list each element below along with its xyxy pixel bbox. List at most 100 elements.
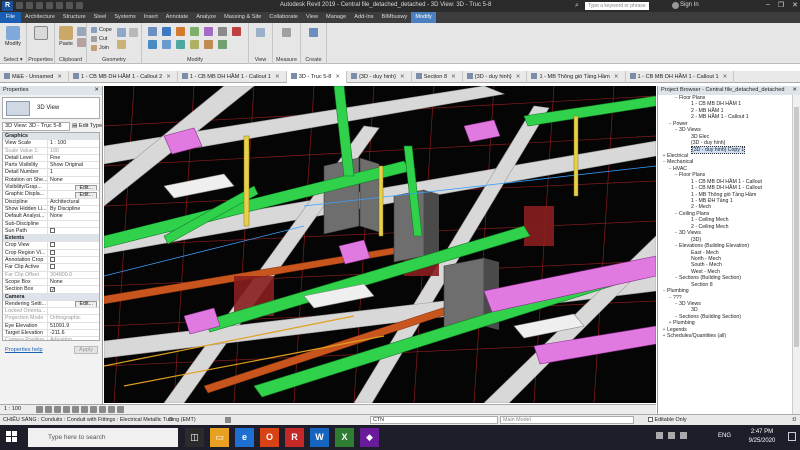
rotate-icon[interactable]	[176, 27, 185, 36]
view-tab[interactable]: {3D - duy hinh} ✕	[347, 71, 412, 83]
property-checkbox[interactable]	[50, 264, 55, 270]
property-checkbox[interactable]	[50, 227, 55, 233]
offset-icon[interactable]	[148, 40, 157, 49]
3d-model-viewport[interactable]	[104, 86, 656, 403]
property-row[interactable]: Graphic Displa... Edit...	[3, 191, 99, 199]
close-icon[interactable]: ✕	[94, 86, 99, 95]
close-icon[interactable]: ✕	[275, 74, 280, 80]
edit-property-button[interactable]: Edit...	[75, 184, 97, 191]
property-row[interactable]: Crop View	[3, 242, 99, 250]
property-value[interactable]: None	[48, 177, 99, 183]
app-icon[interactable]: ◆	[360, 428, 379, 447]
property-value[interactable]: Show Original	[48, 162, 99, 168]
sun-path-icon[interactable]	[54, 406, 61, 413]
print-icon[interactable]	[56, 2, 63, 9]
property-row[interactable]: Discipline Architectural	[3, 198, 99, 206]
property-checkbox[interactable]	[50, 257, 55, 263]
delete-icon[interactable]	[232, 27, 241, 36]
property-row[interactable]: Scale Value 1: 100	[3, 147, 99, 155]
measure-icon[interactable]	[66, 2, 73, 9]
property-value[interactable]: 1 : 100	[48, 140, 99, 146]
property-row[interactable]: Detail Number 1	[3, 169, 99, 177]
edit-property-button[interactable]: Edit...	[75, 191, 97, 198]
close-icon[interactable]: ✕	[792, 1, 798, 9]
view-tab[interactable]: 1 - MB Thông gió Tầng Hầm ✕	[527, 71, 626, 83]
taskbar-clock[interactable]: 2:47 PM 9/25/2020	[740, 428, 784, 446]
close-icon[interactable]: ✕	[400, 74, 405, 80]
selection-filter-count[interactable]: :0	[792, 417, 797, 423]
view-tab[interactable]: 1 - CB MB DH HẦM 1 - Callout 1 ✕	[626, 71, 735, 83]
property-checkbox[interactable]	[50, 287, 55, 293]
property-checkbox[interactable]	[50, 249, 55, 255]
property-row[interactable]: Show Hidden Li... By Discipline	[3, 205, 99, 214]
notifications-icon[interactable]	[788, 432, 796, 441]
property-section-header[interactable]: Camera	[3, 293, 99, 301]
properties-button[interactable]	[32, 26, 50, 41]
align-icon[interactable]	[148, 27, 157, 36]
view-tab[interactable]: {3D - duy hinh} ✕	[463, 71, 528, 83]
office-icon[interactable]: O	[260, 428, 279, 447]
cut-button[interactable]: Cut	[91, 36, 107, 42]
excel-icon[interactable]: X	[335, 428, 354, 447]
ribbon-tab-add-ins[interactable]: Add-Ins	[350, 12, 377, 23]
select-group-label[interactable]: Select ▾	[0, 57, 26, 63]
undo-icon[interactable]	[36, 2, 43, 9]
browser-tree-item[interactable]: +Schedules/Quantities (all)	[658, 333, 792, 339]
properties-table[interactable]: Graphics View Scale 1 : 100 Scale Value 1: 1…	[2, 132, 100, 341]
properties-help-link[interactable]: Properties help	[5, 347, 43, 353]
ribbon-tab-steel[interactable]: Steel	[90, 12, 111, 23]
copy-icon[interactable]	[162, 40, 171, 49]
view-tab[interactable]: 1 - CB MB DH HẦM 1 - Callout 2 ✕	[69, 71, 178, 83]
property-value[interactable]: 100	[48, 148, 99, 154]
property-row[interactable]: Section Box	[3, 286, 99, 294]
property-value[interactable]: Architectural	[48, 199, 99, 205]
property-row[interactable]: Projection Mode Orthographic	[3, 315, 99, 323]
close-icon[interactable]: ✕	[516, 74, 521, 80]
redo-icon[interactable]	[46, 2, 53, 9]
word-icon[interactable]: W	[310, 428, 329, 447]
property-row[interactable]: View Scale 1 : 100	[3, 140, 99, 148]
property-value[interactable]	[48, 221, 99, 227]
property-row[interactable]: Target Elevation -211.6	[3, 330, 99, 338]
ribbon-tab-collaborate[interactable]: Collaborate	[265, 12, 302, 23]
browser-scrollbar[interactable]	[792, 95, 800, 414]
property-row[interactable]: Rendering Setti... Edit...	[3, 300, 99, 309]
design-option-select[interactable]: Main Model	[500, 416, 634, 424]
ribbon-tab-systems[interactable]: Systems	[110, 12, 139, 23]
windows-start-icon[interactable]	[6, 431, 18, 443]
view-scale-control[interactable]: 1 : 100	[4, 406, 21, 412]
apply-button[interactable]: Apply	[74, 346, 98, 354]
ribbon-tab-annotate[interactable]: Annotate	[162, 12, 192, 23]
property-row[interactable]: Scope Box None	[3, 278, 99, 287]
copy-clipboard-icon[interactable]	[77, 27, 86, 36]
wall-joins-icon[interactable]	[117, 40, 126, 49]
property-value[interactable]	[48, 242, 99, 248]
crop-show-icon[interactable]	[90, 406, 97, 413]
open-icon[interactable]	[16, 2, 23, 9]
property-row[interactable]: Parts Visibility Show Original	[3, 162, 99, 170]
property-value[interactable]: Orthographic	[48, 315, 99, 321]
browser-icon[interactable]: e	[235, 428, 254, 447]
view-tab[interactable]: 1 - CB MB DH HẦM 1 - Callout 1 ✕	[178, 71, 287, 83]
create-group-icon[interactable]	[309, 28, 318, 37]
cut-clipboard-icon[interactable]	[77, 38, 86, 47]
close-icon[interactable]: ✕	[166, 74, 171, 80]
ribbon-tab-file[interactable]: File	[0, 12, 22, 23]
property-value[interactable]: 1	[48, 169, 99, 175]
property-value[interactable]	[48, 286, 99, 293]
sign-in-link[interactable]: Sign In	[680, 2, 699, 8]
minimize-icon[interactable]: –	[766, 1, 770, 9]
lock-view-icon[interactable]	[99, 406, 106, 413]
ribbon-tab-manage[interactable]: Manage	[322, 12, 350, 23]
property-row[interactable]: Default Analysi... None	[3, 213, 99, 221]
property-row[interactable]: Far Clip Active	[3, 264, 99, 272]
move-icon[interactable]	[162, 27, 171, 36]
property-value[interactable]: Edit...	[48, 191, 99, 198]
workset-select[interactable]: CTN	[370, 416, 498, 424]
property-value[interactable]: Edit...	[48, 301, 99, 308]
trim-extend-icon[interactable]	[218, 40, 227, 49]
mirror-icon[interactable]	[176, 40, 185, 49]
property-value[interactable]: 304800.0	[48, 272, 99, 278]
property-row[interactable]: Eye Elevation 51091.9	[3, 322, 99, 331]
paint-icon[interactable]	[129, 28, 138, 37]
